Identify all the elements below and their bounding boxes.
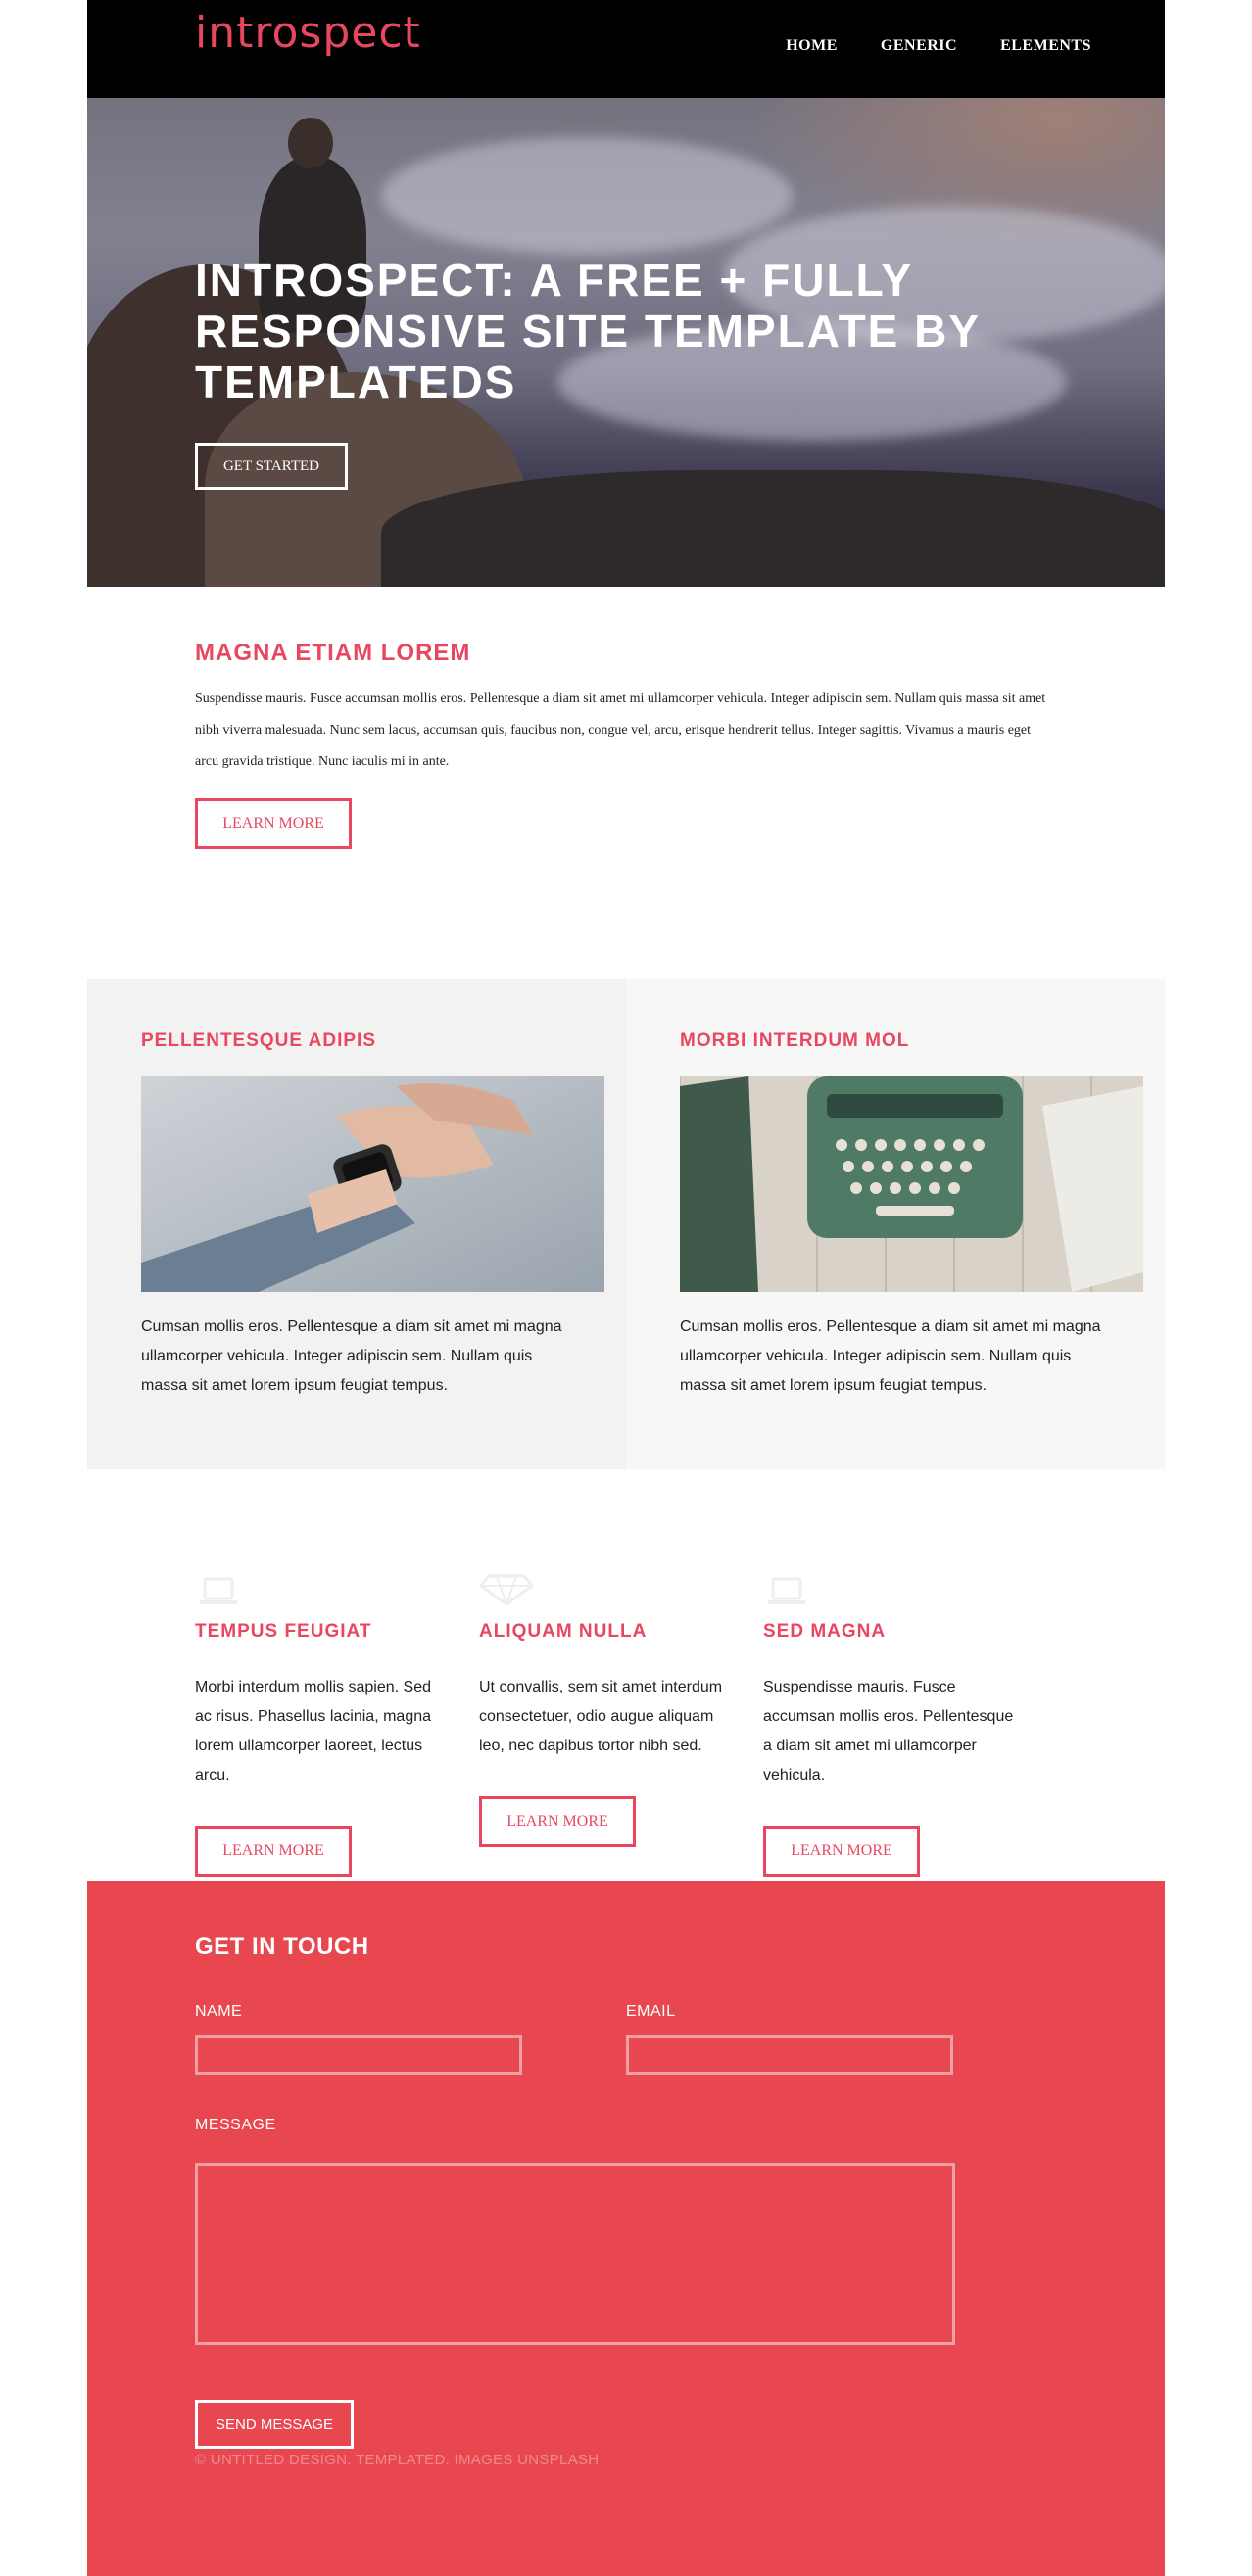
feature-text: Morbi interdum mollis sapien. Sed ac ris…	[195, 1679, 432, 1784]
send-message-button[interactable]: SEND MESSAGE	[195, 2400, 354, 2449]
get-started-button[interactable]: GET STARTED	[195, 443, 348, 490]
feature-title: SED MAGNA	[763, 1621, 887, 1642]
feature-learn-more-button[interactable]: LEARN MORE	[763, 1826, 920, 1877]
contact-section: GET IN TOUCH NAME EMAIL MESSAGE SEND MES…	[87, 1881, 1165, 2576]
column-title: MORBI INTERDUM MOL	[680, 1030, 910, 1051]
message-textarea[interactable]	[195, 2163, 955, 2345]
feature-title: ALIQUAM NULLA	[479, 1621, 648, 1642]
column-left: PELLENTESQUE ADIPIS Cumsan mollis eros. …	[87, 979, 626, 1469]
main-nav: HOME GENERIC ELEMENTS	[786, 37, 1091, 55]
feature-learn-more-button[interactable]: LEARN MORE	[479, 1796, 636, 1847]
person-head	[288, 118, 333, 168]
feature-learn-more-button[interactable]: LEARN MORE	[195, 1826, 352, 1877]
hillside-shape	[381, 470, 1165, 587]
typewriter-illustration	[680, 1076, 1143, 1292]
intro-learn-more-button[interactable]: LEARN MORE	[195, 798, 352, 849]
nav-home-link[interactable]: HOME	[786, 37, 838, 55]
email-input[interactable]	[626, 2035, 953, 2075]
site-header: introspect HOME GENERIC ELEMENTS	[87, 0, 1165, 98]
cloud-shape	[381, 137, 793, 255]
page: introspect HOME GENERIC ELEMENTS INTROSP…	[87, 0, 1165, 2576]
site-logo[interactable]: introspect	[195, 8, 421, 58]
smartwatch-image	[141, 1076, 604, 1292]
column-title: PELLENTESQUE ADIPIS	[141, 1030, 376, 1051]
laptop-icon	[768, 1577, 805, 1604]
name-input[interactable]	[195, 2035, 522, 2075]
feature-text: Suspendisse mauris. Fusce accumsan molli…	[763, 1679, 1014, 1784]
message-label: MESSAGE	[195, 2117, 276, 2133]
typewriter-image	[680, 1076, 1143, 1292]
column-right: MORBI INTERDUM MOL Cumsan mollis eros. P…	[626, 979, 1165, 1469]
column-text: Cumsan mollis eros. Pellentesque a diam …	[141, 1318, 562, 1394]
hero-title: INTROSPECT: A FREE + FULLY RESPONSIVE SI…	[195, 255, 981, 407]
intro-title: MAGNA ETIAM LOREM	[195, 640, 471, 666]
intro-text: Suspendisse mauris. Fusce accumsan molli…	[195, 692, 1046, 769]
email-label: EMAIL	[626, 2003, 676, 2020]
feature-title: TEMPUS FEUGIAT	[195, 1621, 372, 1642]
name-label: NAME	[195, 2003, 243, 2020]
feature-text: Ut convallis, sem sit amet interdum cons…	[479, 1679, 723, 1754]
hero-banner: INTROSPECT: A FREE + FULLY RESPONSIVE SI…	[87, 98, 1165, 587]
diamond-icon	[479, 1574, 534, 1606]
column-text: Cumsan mollis eros. Pellentesque a diam …	[680, 1318, 1101, 1394]
nav-elements-link[interactable]: ELEMENTS	[1000, 37, 1091, 55]
laptop-icon	[200, 1577, 237, 1604]
copyright-text: © UNTITLED DESIGN: TEMPLATED. IMAGES UNS…	[195, 2452, 600, 2468]
contact-title: GET IN TOUCH	[195, 1933, 369, 1960]
nav-generic-link[interactable]: GENERIC	[881, 37, 957, 55]
smartwatch-illustration	[141, 1076, 604, 1292]
